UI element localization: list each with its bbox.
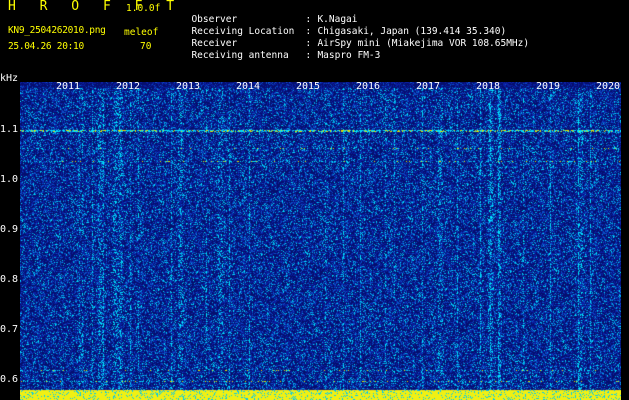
version-label: 1.0.0f [126, 3, 161, 14]
filename-label: KN9_2504262010.png [8, 25, 106, 36]
y-tick-label: 1.0 [0, 174, 19, 185]
spectrogram-canvas [20, 82, 621, 400]
x-tick-label: 2018 [476, 81, 501, 92]
x-tick-label: 2014 [236, 81, 261, 92]
x-tick-label: 2020 [596, 81, 621, 92]
info-row-antenna: Receiving antenna: Maspro FM-3 [191, 50, 381, 61]
y-tick-label: 0.8 [0, 274, 19, 285]
meleof-value: 70 [140, 41, 152, 52]
y-tick-label: 0.6 [0, 374, 19, 385]
x-tick-label: 2017 [416, 81, 441, 92]
x-tick-label: 2015 [296, 81, 321, 92]
x-tick-label: 2011 [56, 81, 81, 92]
y-tick-label: 0.7 [0, 324, 19, 335]
y-axis-unit: kHz [0, 73, 19, 84]
x-tick-label: 2016 [356, 81, 381, 92]
y-tick-label: 1.1 [0, 124, 19, 135]
meleof-label: meleof [124, 27, 159, 38]
x-tick-label: 2012 [116, 81, 141, 92]
y-tick-label: 0.9 [0, 224, 19, 235]
datetime-label: 25.04.26 20:10 [8, 41, 84, 52]
x-tick-label: 2019 [536, 81, 561, 92]
x-tick-label: 2013 [176, 81, 201, 92]
